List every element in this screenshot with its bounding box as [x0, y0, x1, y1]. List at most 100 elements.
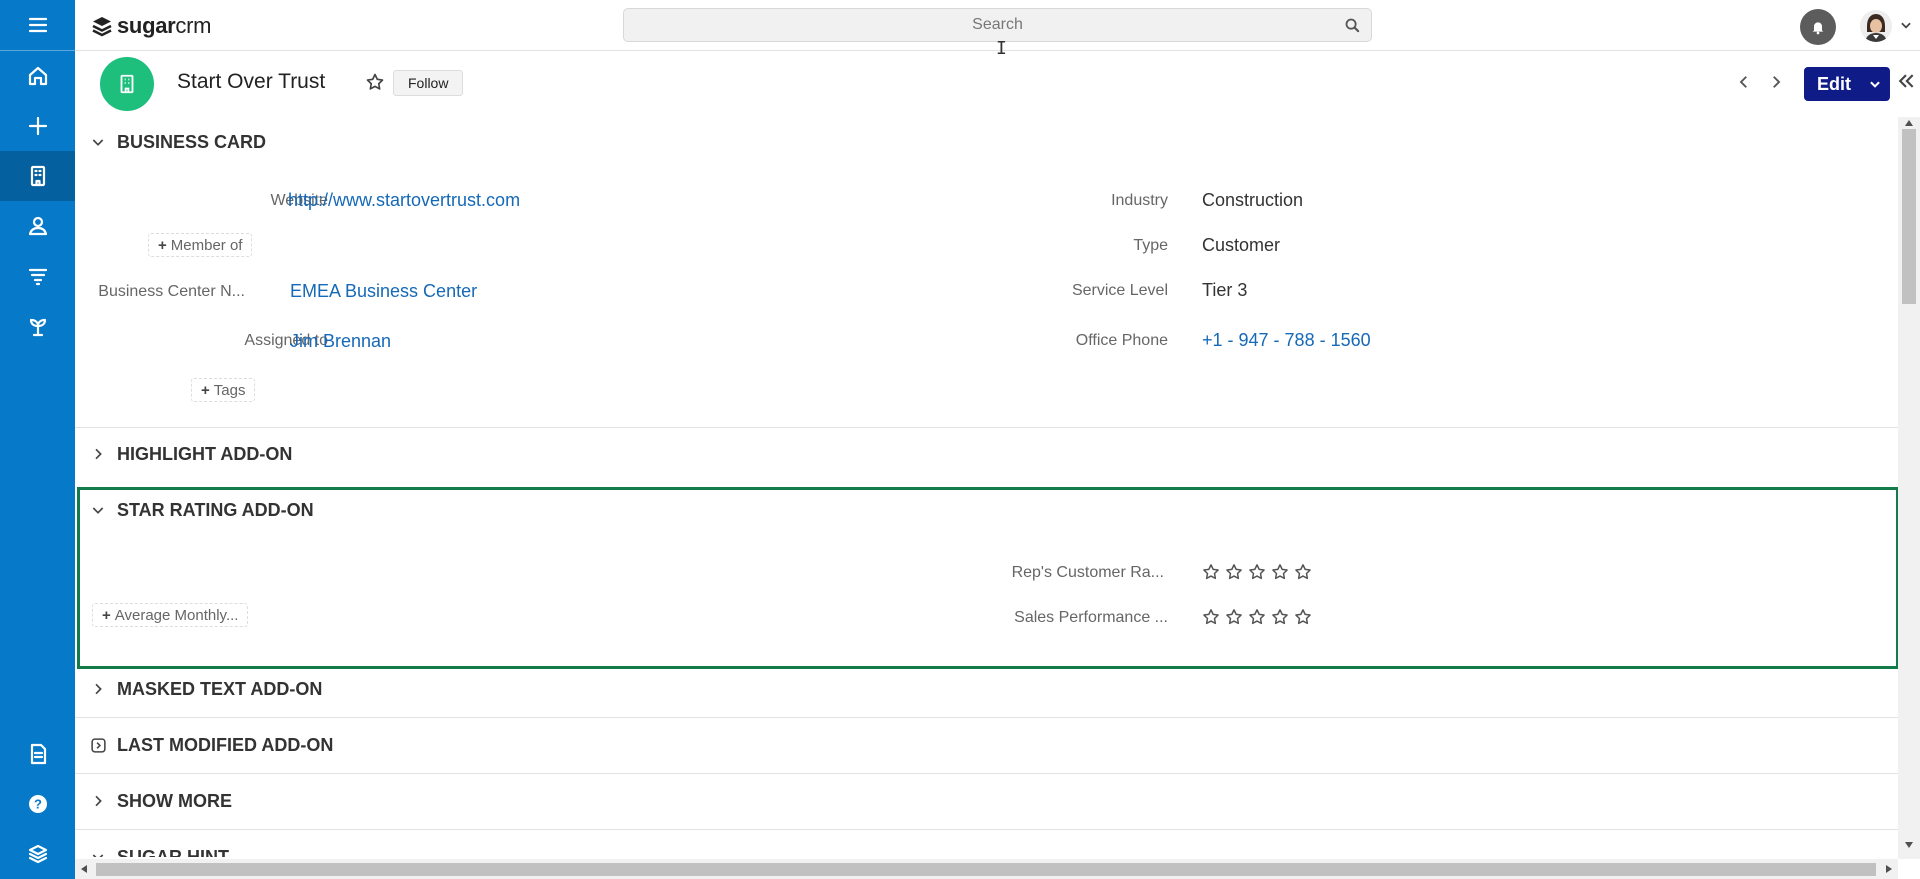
panel-title: MASKED TEXT ADD-ON: [117, 678, 323, 699]
reps-rating-stars[interactable]: [1202, 563, 1312, 581]
search-input[interactable]: [624, 9, 1371, 41]
star-outline-icon[interactable]: [1271, 608, 1289, 626]
quick-create-button[interactable]: [0, 101, 75, 151]
business-center-link[interactable]: EMEA Business Center: [290, 281, 477, 302]
next-record-icon[interactable]: [1767, 73, 1785, 91]
hamburger-menu-button[interactable]: [0, 0, 75, 50]
panel-divider: [75, 829, 1898, 830]
star-outline-icon[interactable]: [1248, 563, 1266, 581]
panel-divider: [75, 717, 1898, 718]
leads-nav-button[interactable]: [0, 251, 75, 301]
horizontal-scrollbar[interactable]: [75, 859, 1898, 879]
type-value: Customer: [1202, 235, 1281, 255]
top-header: sugarcrm I: [75, 0, 1920, 59]
help-nav-button[interactable]: ?: [0, 779, 75, 829]
text-cursor-icon: I: [996, 38, 1007, 59]
show-more-panel-header[interactable]: SHOW MORE: [75, 776, 1898, 826]
website-link[interactable]: http://www.startovertrust.com: [288, 190, 520, 211]
panel-title: LAST MODIFIED ADD-ON: [117, 734, 334, 755]
chevron-right-icon: [95, 683, 102, 695]
funnel-icon: [28, 268, 47, 286]
previous-record-icon[interactable]: [1735, 73, 1753, 91]
business-center-label: Business Center N...: [98, 283, 245, 300]
notifications-button[interactable]: [1800, 9, 1836, 45]
chevron-down-icon: [92, 854, 104, 857]
highlight-addon-panel-header[interactable]: HIGHLIGHT ADD-ON: [75, 429, 1898, 479]
follow-button[interactable]: Follow: [393, 70, 464, 96]
logo-text-light: crm: [175, 13, 212, 38]
double-chevron-left-icon[interactable]: [1896, 71, 1916, 91]
accounts-nav-button[interactable]: [0, 151, 75, 201]
sugar-layers-nav-button[interactable]: [0, 829, 75, 879]
opportunities-nav-button[interactable]: [0, 301, 75, 351]
global-search: [623, 8, 1372, 42]
star-rating-addon-panel-header[interactable]: STAR RATING ADD-ON: [75, 485, 1898, 535]
plus-icon: +: [102, 606, 111, 624]
reports-nav-button[interactable]: [0, 729, 75, 779]
add-member-of-button[interactable]: + Member of: [148, 233, 253, 257]
scroll-right-arrow-icon[interactable]: [1885, 864, 1893, 874]
member-of-label: Member of: [170, 236, 243, 254]
add-tags-button[interactable]: + Tags: [191, 378, 256, 402]
star-outline-icon[interactable]: [1202, 608, 1220, 626]
star-outline-icon[interactable]: [1271, 563, 1289, 581]
vertical-scrollbar[interactable]: [1898, 117, 1920, 859]
scroll-left-arrow-icon[interactable]: [80, 864, 88, 874]
tags-label: Tags: [213, 381, 246, 399]
contacts-nav-button[interactable]: [0, 201, 75, 251]
user-avatar[interactable]: [1860, 10, 1892, 42]
scroll-up-arrow-icon[interactable]: [1904, 119, 1914, 127]
vertical-scroll-thumb[interactable]: [1902, 129, 1916, 304]
chevron-down-icon[interactable]: [1899, 18, 1913, 32]
star-outline-icon[interactable]: [1225, 608, 1243, 626]
sugarcrm-logo[interactable]: sugarcrm: [90, 13, 211, 39]
plus-icon: +: [201, 381, 210, 399]
masked-text-addon-panel-header[interactable]: MASKED TEXT ADD-ON: [75, 664, 1898, 714]
chevron-down-icon: [92, 139, 104, 146]
last-modified-addon-panel-header[interactable]: LAST MODIFIED ADD-ON: [75, 720, 1898, 770]
layers-icon: [28, 844, 47, 864]
office-phone-link[interactable]: +1 - 947 - 788 - 1560: [1202, 330, 1371, 351]
panel-title: SHOW MORE: [117, 790, 232, 811]
type-label: Type: [1133, 237, 1168, 254]
reps-rating-label: Rep's Customer Ra...: [1011, 564, 1164, 581]
horizontal-scroll-thumb[interactable]: [96, 863, 1876, 876]
industry-label: Industry: [1111, 192, 1168, 209]
edit-button[interactable]: Edit: [1804, 67, 1890, 101]
panel-title: SUGAR HINT: [117, 846, 229, 858]
sales-performance-label: Sales Performance ...: [1014, 609, 1168, 626]
record-content: BUSINESS CARD Website http://www.startov…: [75, 117, 1898, 857]
star-outline-icon[interactable]: [1248, 608, 1266, 626]
logo-text-bold: sugar: [117, 13, 176, 38]
service-level-value: Tier 3: [1202, 280, 1248, 300]
panel-title: HIGHLIGHT ADD-ON: [117, 443, 293, 464]
home-nav-button[interactable]: [0, 51, 75, 101]
sidebar-nav: ?: [0, 0, 75, 879]
star-outline-icon[interactable]: [1294, 608, 1312, 626]
star-outline-icon[interactable]: [1202, 563, 1220, 581]
add-average-monthly-button[interactable]: + Average Monthly...: [92, 603, 249, 627]
account-record-icon: [100, 57, 154, 111]
building-icon: [30, 165, 45, 187]
average-monthly-label: Average Monthly...: [114, 606, 239, 624]
star-outline-icon[interactable]: [1294, 563, 1312, 581]
sugar-hint-panel-header[interactable]: SUGAR HINT: [75, 832, 1898, 857]
assigned-to-link[interactable]: Jim Brennan: [290, 331, 391, 352]
avatar-icon: [1860, 10, 1892, 42]
favorite-star-icon[interactable]: [365, 72, 385, 92]
scroll-down-arrow-icon[interactable]: [1904, 841, 1914, 849]
service-level-label: Service Level: [1071, 282, 1168, 299]
plant-icon: [29, 318, 46, 337]
chevron-right-icon: [95, 795, 102, 807]
svg-text:?: ?: [34, 797, 42, 812]
sales-performance-stars[interactable]: [1202, 608, 1312, 626]
search-icon[interactable]: [1344, 17, 1361, 34]
person-icon: [28, 216, 47, 236]
panel-title: STAR RATING ADD-ON: [117, 499, 314, 520]
business-card-panel-header[interactable]: BUSINESS CARD: [75, 117, 1898, 167]
star-outline-icon[interactable]: [1225, 563, 1243, 581]
chevron-right-icon: [95, 448, 102, 460]
record-title: Start Over Trust: [177, 70, 326, 93]
plus-icon: [28, 116, 47, 136]
chevron-down-icon[interactable]: [1868, 77, 1882, 91]
